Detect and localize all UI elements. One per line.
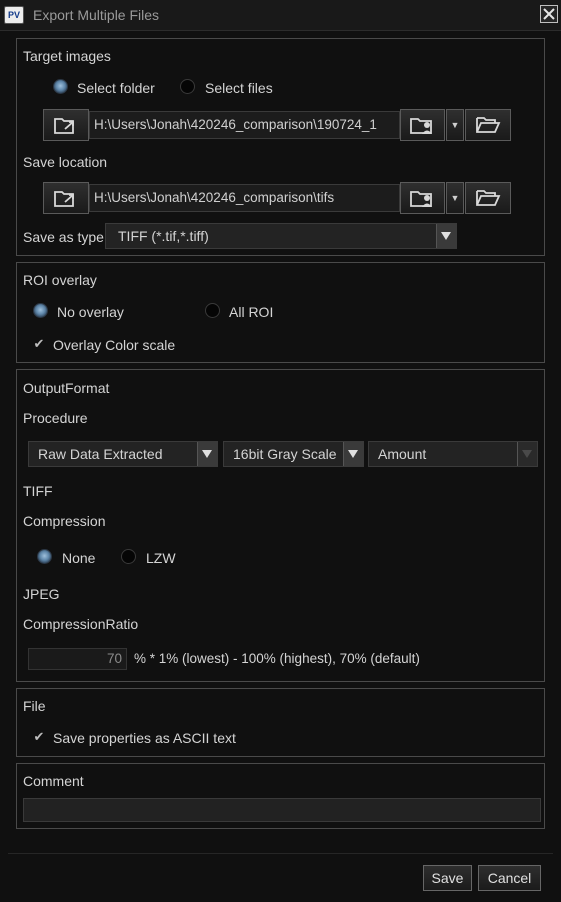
roi-overlay-heading: ROI overlay [23,272,97,288]
chevron-down-icon [517,442,537,466]
save-type-label: Save as type: [23,229,108,245]
file-heading: File [23,698,46,714]
target-browse-button[interactable] [400,109,445,141]
folder-open-icon [476,190,501,206]
select-folder-label: Select folder [77,80,155,96]
target-folder-button[interactable] [465,109,511,141]
target-path-field[interactable]: H:\Users\Jonah\420246_comparison\190724_… [89,111,400,139]
select-files-radio[interactable] [180,79,195,94]
overlay-color-scale-checkbox[interactable]: ✔ [32,337,46,351]
compression-none-label: None [62,550,96,566]
target-images-heading: Target images [23,48,111,64]
compression-ratio-input[interactable]: 70 [28,648,127,670]
app-logo-icon: PV [4,6,24,24]
procedure-select[interactable]: Raw Data Extracted [28,441,218,467]
target-open-button[interactable] [43,109,89,141]
compression-ratio-label: CompressionRatio [23,616,139,632]
folder-user-icon [409,191,432,207]
file-group [16,688,545,757]
save-ascii-label: Save properties as ASCII text [53,730,236,746]
bit-depth-select[interactable]: 16bit Gray Scale [223,441,364,467]
save-browse-button[interactable] [400,182,445,214]
no-overlay-label: No overlay [57,304,124,320]
title-bar: PV Export Multiple Files [0,0,561,31]
save-type-select[interactable]: TIFF (*.tif,*.tiff) [105,223,457,249]
target-history-dropdown[interactable]: ▼ [446,109,464,141]
chevron-down-icon [436,224,456,248]
folder-open-arrow-icon [54,191,74,207]
chevron-down-icon [197,442,217,466]
output-format-heading: OutputFormat [23,380,110,396]
folder-open-arrow-icon [54,118,74,134]
bit-depth-value: 16bit Gray Scale [233,446,337,462]
folder-open-icon [476,117,501,133]
all-roi-label: All ROI [229,304,274,320]
no-overlay-radio[interactable] [33,303,48,318]
compression-lzw-label: LZW [146,550,176,566]
save-location-heading: Save location [23,154,108,170]
save-open-button[interactable] [43,182,89,214]
window-title: Export Multiple Files [33,7,160,23]
save-ascii-checkbox[interactable]: ✔ [32,730,46,744]
compression-label: Compression [23,513,106,529]
save-path-field[interactable]: H:\Users\Jonah\420246_comparison\tifs [89,184,400,212]
compression-none-radio[interactable] [37,549,52,564]
procedure-label: Procedure [23,410,88,426]
save-type-value: TIFF (*.tif,*.tiff) [118,228,209,244]
tiff-label: TIFF [23,483,53,499]
jpeg-label: JPEG [23,586,60,602]
caret-down-icon: ▼ [450,120,460,130]
select-files-label: Select files [205,80,273,96]
all-roi-radio[interactable] [205,303,220,318]
cancel-button[interactable]: Cancel [478,865,541,891]
procedure-value: Raw Data Extracted [38,446,163,462]
compression-ratio-hint: % * 1% (lowest) - 100% (highest), 70% (d… [134,651,420,666]
comment-input[interactable] [23,798,541,822]
amount-select: Amount [368,441,538,467]
save-folder-button[interactable] [465,182,511,214]
close-button[interactable] [540,5,558,23]
overlay-color-scale-label: Overlay Color scale [53,337,176,353]
compression-lzw-radio[interactable] [121,549,136,564]
select-folder-radio[interactable] [53,79,68,94]
save-history-dropdown[interactable]: ▼ [446,182,464,214]
chevron-down-icon [343,442,363,466]
caret-down-icon: ▼ [450,193,460,203]
amount-value: Amount [378,446,427,462]
folder-user-icon [409,118,432,134]
comment-heading: Comment [23,773,84,789]
footer-divider [8,853,553,854]
close-icon [543,8,555,20]
save-button[interactable]: Save [423,865,472,891]
